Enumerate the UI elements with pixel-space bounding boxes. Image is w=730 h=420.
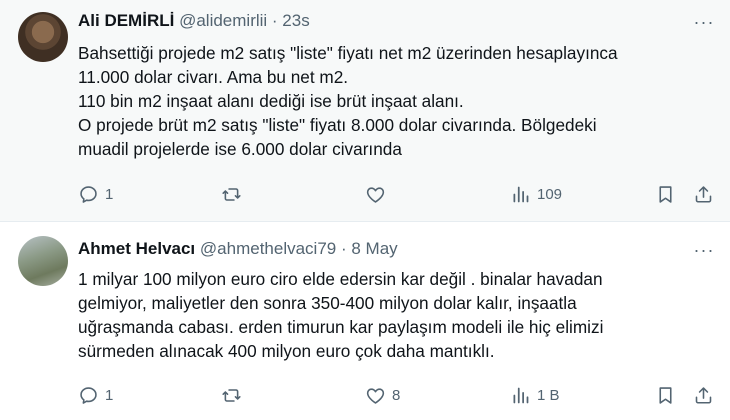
retweet-icon: [222, 388, 241, 402]
reply-button[interactable]: 1: [78, 182, 113, 206]
tweet-text-line: gelmiyor, maliyetler den sonra 350-400 m…: [78, 293, 577, 313]
like-icon: [366, 186, 385, 203]
tweet-header: Ahmet Helvacı @ahmethelvaci79 · 8 May: [78, 238, 398, 260]
tweet-text-line: sürmeden alınacak 400 milyon euro çok da…: [78, 341, 495, 361]
views-count: 109: [537, 185, 563, 203]
tweet-text-line: muadil projelerde ise 6.000 dolar civarı…: [78, 139, 402, 159]
views-button[interactable]: 109: [510, 182, 562, 206]
views-icon: [513, 186, 529, 202]
time-separator: ·: [267, 11, 283, 30]
author-handle[interactable]: @ahmethelvaci79: [200, 239, 336, 258]
share-button[interactable]: [693, 383, 714, 407]
reply-icon: [80, 386, 97, 404]
views-button[interactable]: 1 B: [510, 383, 560, 407]
reply-icon: [80, 185, 97, 203]
action-bar: 1 109: [78, 182, 718, 206]
author-name[interactable]: Ahmet Helvacı: [78, 239, 195, 258]
retweet-button[interactable]: [221, 383, 248, 407]
more-icon[interactable]: ···: [692, 12, 716, 32]
like-button[interactable]: 8: [365, 383, 400, 407]
action-bar: 1 8 1 B: [78, 383, 718, 407]
like-icon: [366, 387, 385, 404]
views-icon: [513, 387, 529, 403]
tweet-text-line: 11.000 dolar civarı. Ama bu net m2.: [78, 67, 349, 87]
tweet[interactable]: Ahmet Helvacı @ahmethelvaci79 · 8 May ··…: [0, 222, 730, 420]
more-icon[interactable]: ···: [692, 240, 716, 260]
tweet-text-line: O projede brüt m2 satış "liste" fiyatı 8…: [78, 115, 597, 135]
share-button[interactable]: [693, 182, 714, 206]
timestamp[interactable]: 23s: [282, 11, 309, 30]
bookmark-icon: [659, 185, 672, 203]
tweet-text-line: 1 milyar 100 milyon euro ciro elde eders…: [78, 269, 603, 289]
tweet-text-line: uğraşmanda cabası. erden timurun kar pay…: [78, 317, 604, 337]
reply-count: 1: [105, 185, 114, 203]
tweet-text: 1 milyar 100 milyon euro ciro elde eders…: [78, 267, 718, 363]
share-icon: [695, 185, 712, 203]
like-count: 8: [392, 386, 401, 404]
time-separator: ·: [336, 239, 352, 258]
share-icon: [695, 386, 712, 404]
tweet-text: Bahsettiği projede m2 satış "liste" fiya…: [78, 41, 718, 161]
tweet-text-line: 110 bin m2 inşaat alanı dediği ise brüt …: [78, 91, 464, 111]
like-button[interactable]: [365, 182, 392, 206]
retweet-button[interactable]: [221, 182, 248, 206]
tweet-text-line: Bahsettiği projede m2 satış "liste" fiya…: [78, 43, 618, 63]
bookmark-button[interactable]: [655, 383, 676, 407]
avatar[interactable]: [18, 236, 68, 286]
views-count: 1 B: [537, 386, 560, 404]
retweet-icon: [222, 187, 241, 201]
timestamp[interactable]: 8 May: [351, 239, 397, 258]
bookmark-button[interactable]: [655, 182, 676, 206]
bookmark-icon: [659, 386, 672, 404]
tweet-header: Ali DEMİRLİ @alidemirlii · 23s: [78, 10, 310, 32]
author-name[interactable]: Ali DEMİRLİ: [78, 11, 174, 30]
avatar[interactable]: [18, 12, 68, 62]
reply-count: 1: [105, 386, 114, 404]
reply-button[interactable]: 1: [78, 383, 113, 407]
tweet[interactable]: Ali DEMİRLİ @alidemirlii · 23s ··· Bahse…: [0, 0, 730, 222]
author-handle[interactable]: @alidemirlii: [179, 11, 267, 30]
